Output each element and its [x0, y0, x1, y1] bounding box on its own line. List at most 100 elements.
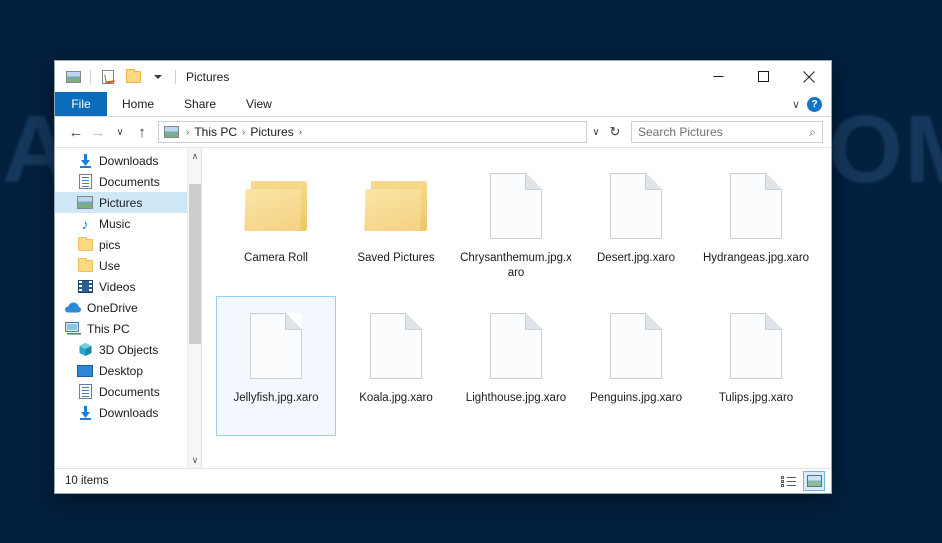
sidebar-item-label: 3D Objects	[99, 342, 159, 357]
sidebar-item-3d-objects[interactable]: 3D Objects	[55, 339, 201, 360]
sidebar-item-use[interactable]: Use	[55, 255, 201, 276]
generic-file-icon	[610, 173, 662, 239]
scroll-down-icon[interactable]: ∨	[188, 452, 201, 468]
title-bar: Pictures	[55, 61, 831, 92]
sidebar-item-downloads[interactable]: Downloads✐	[55, 150, 201, 171]
breadcrumb-separator: ›	[186, 126, 190, 138]
sidebar-item-label: Documents	[99, 174, 160, 189]
close-button[interactable]	[786, 61, 831, 92]
scrollbar-thumb[interactable]	[189, 184, 201, 344]
help-icon[interactable]: ?	[807, 96, 822, 112]
sidebar-item-pictures[interactable]: Pictures✐	[55, 192, 201, 213]
pictures-icon[interactable]	[62, 67, 84, 87]
file-item[interactable]: Desert.jpg.xaro	[576, 156, 696, 296]
file-item[interactable]: Chrysanthemum.jpg.xaro	[456, 156, 576, 296]
generic-file-icon	[490, 173, 542, 239]
status-bar: 10 items	[55, 468, 831, 493]
forward-button[interactable]: →	[87, 121, 109, 143]
sidebar-item-desktop[interactable]: Desktop	[55, 360, 201, 381]
details-view-icon	[780, 475, 796, 487]
music-icon: ♪	[81, 215, 89, 232]
forward-arrow-icon: →	[90, 123, 106, 141]
address-dropdown-button[interactable]: ∨	[587, 127, 605, 138]
file-item[interactable]: Lighthouse.jpg.xaro	[456, 296, 576, 436]
file-item[interactable]: Tulips.jpg.xaro	[696, 296, 816, 436]
file-item[interactable]: Koala.jpg.xaro	[336, 296, 456, 436]
refresh-button[interactable]: ↻	[605, 124, 625, 140]
generic-file-icon	[250, 313, 302, 379]
navigation-scrollbar[interactable]: ∧ ∨	[187, 148, 201, 468]
sidebar-item-label: Downloads	[99, 405, 159, 420]
download-icon	[77, 153, 93, 169]
sidebar-item-videos[interactable]: Videos	[55, 276, 201, 297]
search-input[interactable]: Search Pictures ⌕	[631, 121, 823, 143]
sidebar-item-label: Pictures	[99, 195, 143, 210]
documents-icon	[77, 174, 93, 190]
item-icon-wrap	[610, 163, 662, 249]
recent-locations-button[interactable]: ∨	[109, 121, 131, 143]
navigation-list: Downloads✐Documents✐Pictures✐ ♪ Music pics U…	[55, 148, 201, 423]
tab-file[interactable]: File	[55, 92, 107, 116]
breadcrumb-this-pc[interactable]: This PC	[194, 125, 237, 139]
folder-item[interactable]: Saved Pictures	[336, 156, 456, 296]
large-icons-view-icon	[806, 475, 822, 487]
expand-ribbon-icon[interactable]: ∨	[792, 98, 800, 111]
large-icons-view-button[interactable]	[803, 471, 825, 491]
chevron-down-icon[interactable]	[147, 67, 169, 87]
sidebar-item-label: This PC	[87, 321, 130, 336]
folder-icon	[77, 257, 93, 274]
window-body: Downloads✐Documents✐Pictures✐ ♪ Music pics U…	[55, 148, 831, 468]
file-item[interactable]: Jellyfish.jpg.xaro	[216, 296, 336, 436]
properties-icon[interactable]	[97, 67, 119, 87]
window-controls	[696, 61, 831, 92]
item-icon-wrap	[250, 303, 302, 389]
sidebar-item-onedrive[interactable]: OneDrive	[55, 297, 201, 318]
download-icon	[77, 405, 93, 421]
item-icon-wrap	[370, 303, 422, 389]
search-icon[interactable]: ⌕	[809, 125, 816, 140]
sidebar-item-music[interactable]: ♪ Music	[55, 213, 201, 234]
file-item[interactable]: Penguins.jpg.xaro	[576, 296, 696, 436]
item-label: Koala.jpg.xaro	[359, 392, 433, 404]
item-label: Tulips.jpg.xaro	[718, 392, 794, 404]
computer-icon	[65, 321, 81, 337]
sidebar-item-documents[interactable]: Documents✐	[55, 171, 201, 192]
tab-share[interactable]: Share	[169, 92, 231, 116]
back-button[interactable]: ←	[65, 121, 87, 143]
toolbar-divider	[90, 69, 91, 84]
pictures-icon	[164, 126, 179, 138]
item-icon-wrap	[730, 303, 782, 389]
item-label: Chrysanthemum.jpg.xaro	[460, 252, 572, 279]
new-folder-icon[interactable]	[122, 67, 144, 87]
sidebar-item-pics[interactable]: pics	[55, 234, 201, 255]
sidebar-item-label: Videos	[99, 279, 136, 294]
details-view-button[interactable]	[777, 471, 799, 491]
sidebar-item-downloads[interactable]: Downloads	[55, 402, 201, 423]
sidebar-item-documents[interactable]: Documents	[55, 381, 201, 402]
sidebar-item-label: Use	[99, 258, 121, 273]
navigation-pane: Downloads✐Documents✐Pictures✐ ♪ Music pics U…	[55, 148, 202, 468]
toolbar-divider-2	[175, 69, 176, 84]
tab-home[interactable]: Home	[107, 92, 169, 116]
up-button[interactable]: ↑	[131, 121, 153, 143]
sidebar-item-this-pc[interactable]: This PC	[55, 318, 201, 339]
scroll-up-icon[interactable]: ∧	[188, 148, 201, 164]
view-buttons	[777, 471, 825, 491]
folder-item[interactable]: Camera Roll	[216, 156, 336, 296]
file-list-pane[interactable]: Camera Roll Saved Pictures Chrysanthemum.j…	[202, 148, 831, 468]
item-icon-wrap	[610, 303, 662, 389]
sidebar-item-label: pics	[99, 237, 121, 252]
breadcrumb[interactable]: › This PC › Pictures ›	[158, 121, 587, 143]
pictures-icon	[77, 195, 93, 211]
item-label: Jellyfish.jpg.xaro	[233, 392, 319, 404]
item-icon-wrap	[244, 163, 307, 249]
minimize-button[interactable]	[696, 61, 741, 92]
generic-file-icon	[370, 313, 422, 379]
window-title: Pictures	[186, 69, 230, 84]
breadcrumb-separator-3[interactable]: ›	[297, 127, 304, 138]
item-label: Camera Roll	[244, 252, 308, 264]
file-item[interactable]: Hydrangeas.jpg.xaro	[696, 156, 816, 296]
tab-view[interactable]: View	[231, 92, 287, 116]
maximize-button[interactable]	[741, 61, 786, 92]
breadcrumb-pictures[interactable]: Pictures	[250, 125, 293, 139]
